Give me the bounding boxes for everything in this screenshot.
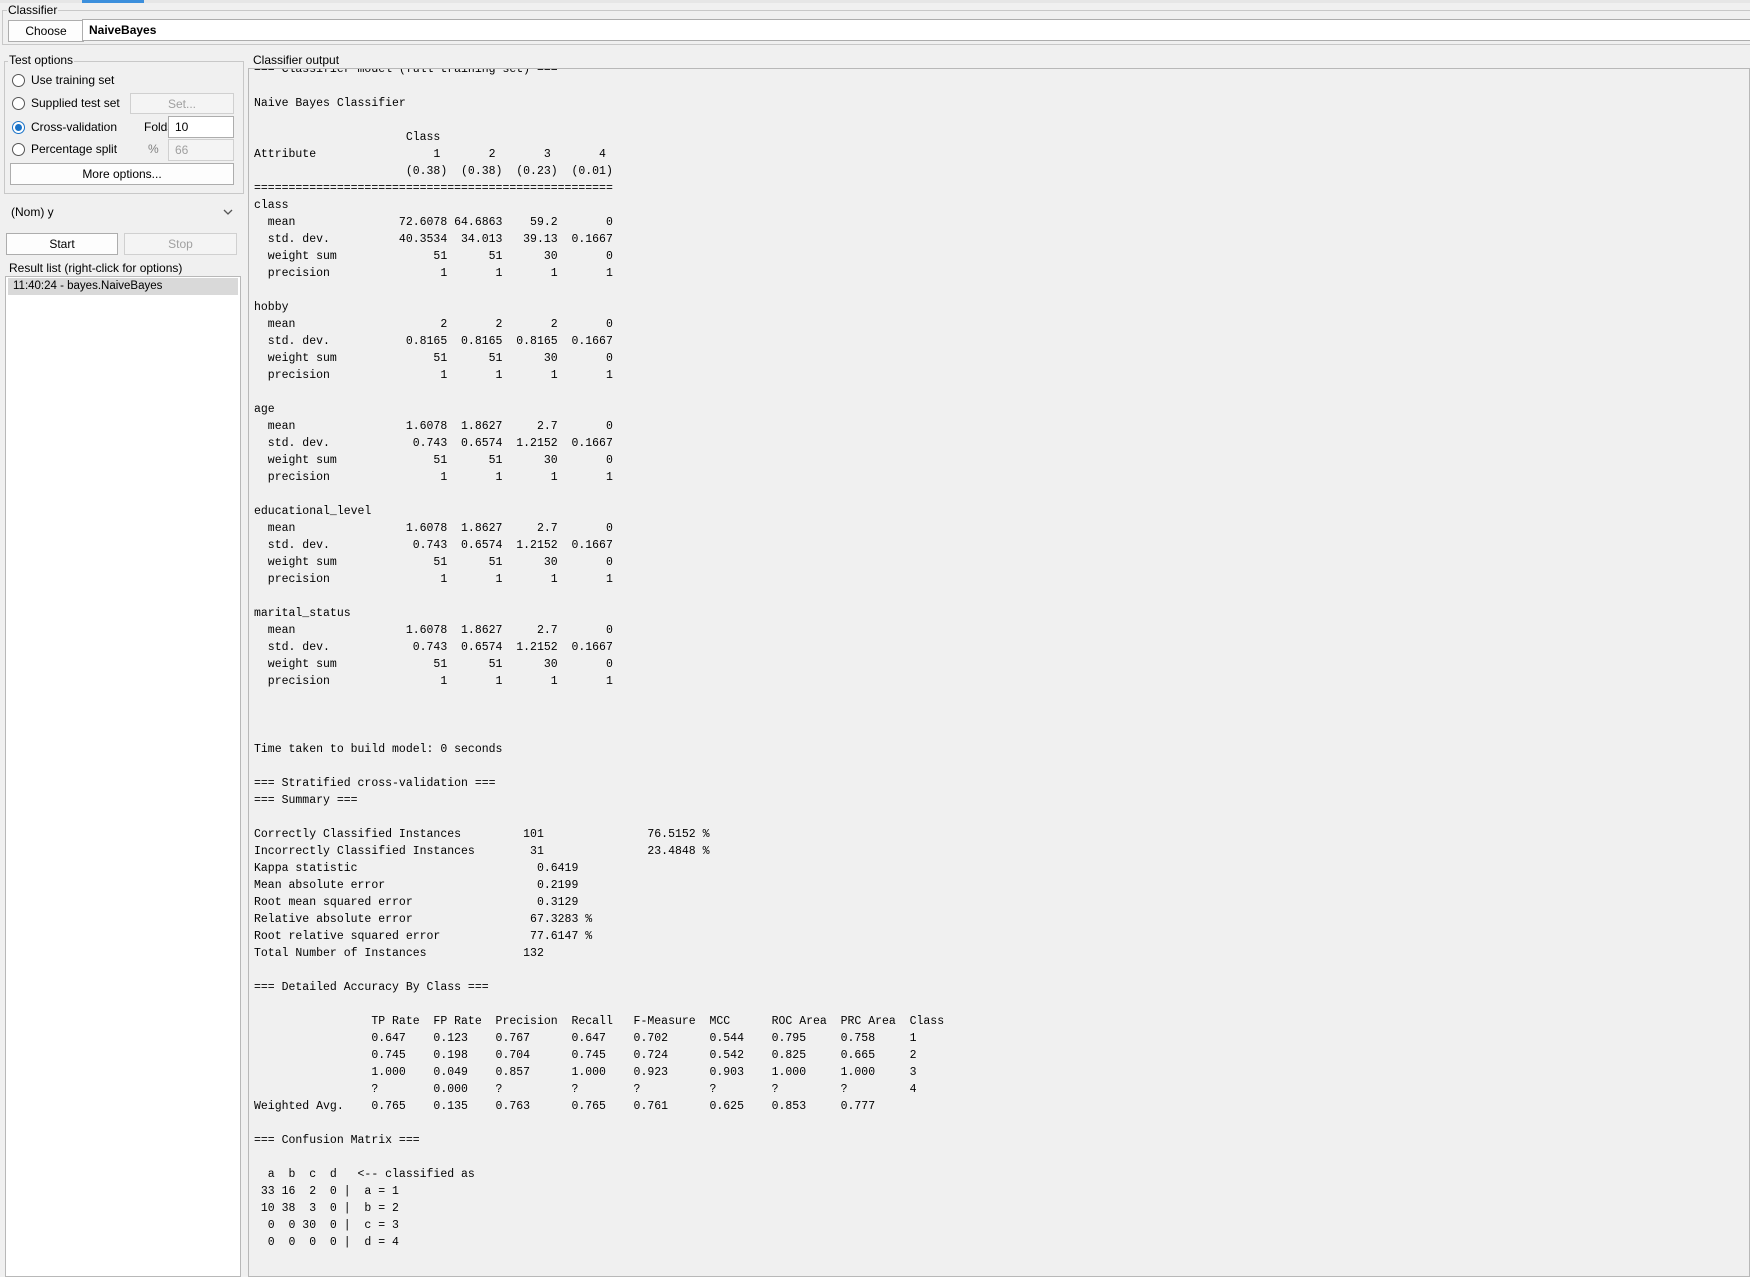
percent-input[interactable]: 66 [168,139,234,161]
result-list-item[interactable]: 11:40:24 - bayes.NaiveBayes [8,278,238,295]
supplied-test-set-radio[interactable] [12,96,25,110]
classifier-output-panel[interactable]: === Classifier model (full training set)… [248,68,1750,1277]
supplied-test-set-option[interactable]: Supplied test set [12,96,120,110]
cross-validation-label: Cross-validation [31,120,118,134]
supplied-test-set-label: Supplied test set [31,96,120,110]
class-attribute-value: (Nom) y [11,205,54,219]
result-list[interactable]: 11:40:24 - bayes.NaiveBayes [5,276,241,1277]
stop-button[interactable]: Stop [124,233,237,255]
percent-symbol: % [148,142,159,156]
cross-validation-radio[interactable] [12,120,25,134]
test-options-title: Test options [8,53,75,67]
percentage-split-radio[interactable] [12,142,25,156]
classifier-name-field[interactable]: NaiveBayes [82,19,1750,41]
result-list-title: Result list (right-click for options) [8,261,184,275]
classifier-output-text: === Classifier model (full training set)… [254,68,945,1249]
use-training-set-radio[interactable] [12,73,25,87]
classifier-group-title: Classifier [7,3,59,17]
class-attribute-select[interactable]: (Nom) y [4,199,242,225]
start-button[interactable]: Start [6,233,118,255]
tab-classify-indicator[interactable] [82,0,144,3]
choose-button[interactable]: Choose [8,20,84,42]
tab-strip [0,0,1750,3]
percentage-split-option[interactable]: Percentage split [12,142,117,156]
chevron-down-icon [223,209,233,215]
more-options-button[interactable]: More options... [10,163,234,185]
folds-input[interactable]: 10 [168,116,234,138]
classifier-output-title: Classifier output [252,53,341,67]
use-training-set-label: Use training set [31,73,115,87]
percentage-split-label: Percentage split [31,142,118,156]
set-button[interactable]: Set... [130,93,234,114]
use-training-set-option[interactable]: Use training set [12,73,114,87]
cross-validation-option[interactable]: Cross-validation [12,120,117,134]
